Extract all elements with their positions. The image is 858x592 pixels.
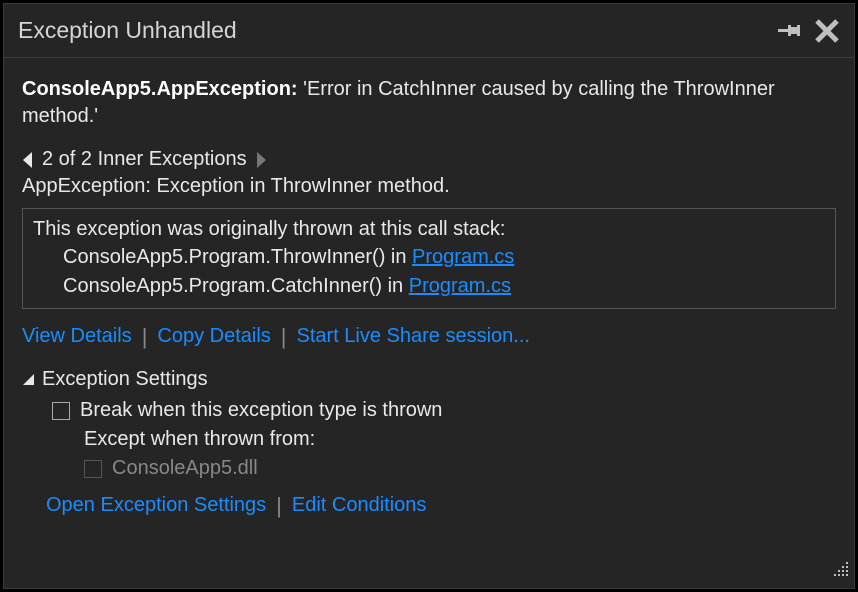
stack-frame-method: ConsoleApp5.Program.CatchInner() in	[63, 275, 409, 297]
next-inner-icon[interactable]	[255, 151, 267, 169]
action-links-row: View Details | Copy Details | Start Live…	[22, 325, 836, 348]
stack-file-link[interactable]: Program.cs	[412, 246, 514, 268]
inner-exception-detail: AppException: Exception in ThrowInner me…	[22, 175, 836, 198]
stack-frame: ConsoleApp5.Program.ThrowInner() in Prog…	[33, 243, 825, 271]
start-live-share-link[interactable]: Start Live Share session...	[297, 325, 530, 348]
open-exception-settings-link[interactable]: Open Exception Settings	[46, 494, 266, 517]
exception-type: ConsoleApp5.AppException:	[22, 78, 298, 100]
titlebar-controls	[778, 18, 840, 44]
collapse-arrow-icon[interactable]	[22, 373, 36, 387]
inner-exception-nav: 2 of 2 Inner Exceptions	[22, 148, 836, 171]
separator: |	[276, 495, 282, 517]
separator: |	[142, 326, 148, 348]
dialog-content: ConsoleApp5.AppException: 'Error in Catc…	[4, 58, 854, 588]
titlebar: Exception Unhandled	[4, 4, 854, 58]
copy-details-link[interactable]: Copy Details	[157, 325, 270, 348]
prev-inner-icon[interactable]	[22, 151, 34, 169]
call-stack-intro: This exception was originally thrown at …	[33, 215, 825, 243]
dialog-title: Exception Unhandled	[18, 17, 778, 44]
except-module-row: ConsoleApp5.dll	[84, 457, 836, 480]
separator: |	[281, 326, 287, 348]
stack-frame: ConsoleApp5.Program.CatchInner() in Prog…	[33, 272, 825, 300]
call-stack-box: This exception was originally thrown at …	[22, 208, 836, 309]
break-when-thrown-row: Break when this exception type is thrown	[52, 399, 836, 422]
exception-dialog: Exception Unhandled ConsoleApp5.AppExcep…	[3, 3, 855, 589]
stack-file-link[interactable]: Program.cs	[409, 275, 511, 297]
exception-settings-header[interactable]: Exception Settings	[22, 368, 836, 391]
view-details-link[interactable]: View Details	[22, 325, 132, 348]
break-when-thrown-label: Break when this exception type is thrown	[80, 399, 442, 422]
stack-frame-method: ConsoleApp5.Program.ThrowInner() in	[63, 246, 412, 268]
inner-exception-position: 2 of 2 Inner Exceptions	[42, 148, 247, 171]
pin-icon[interactable]	[778, 22, 800, 40]
except-module-checkbox	[84, 460, 102, 478]
edit-conditions-link[interactable]: Edit Conditions	[292, 494, 427, 517]
resize-grip-icon[interactable]	[832, 560, 850, 584]
exception-settings-title: Exception Settings	[42, 368, 208, 391]
exception-message: ConsoleApp5.AppException: 'Error in Catc…	[22, 76, 836, 130]
settings-links-row: Open Exception Settings | Edit Condition…	[46, 494, 836, 517]
except-module-label: ConsoleApp5.dll	[112, 457, 258, 480]
break-when-thrown-checkbox[interactable]	[52, 402, 70, 420]
except-when-label: Except when thrown from:	[84, 428, 836, 451]
close-icon[interactable]	[814, 18, 840, 44]
